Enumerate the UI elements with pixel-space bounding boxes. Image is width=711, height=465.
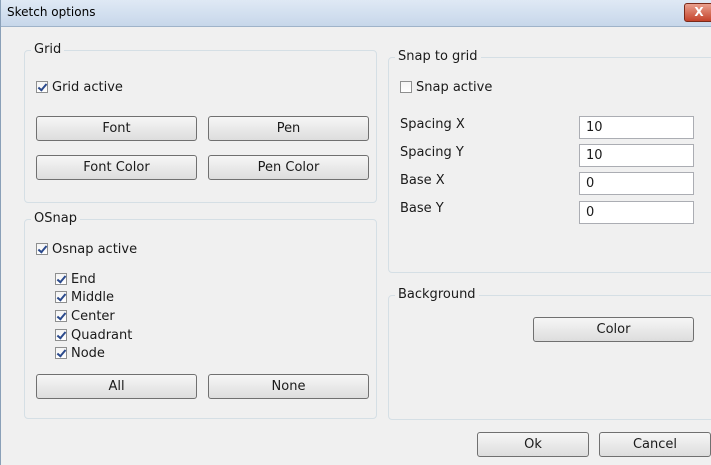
- osnap-none-button[interactable]: None: [208, 374, 369, 399]
- center-label: Center: [71, 308, 115, 324]
- pen-color-button[interactable]: Pen Color: [208, 155, 369, 180]
- center-check-icon: [55, 310, 67, 322]
- base-y-label: Base Y: [400, 201, 444, 216]
- cancel-button[interactable]: Cancel: [599, 432, 711, 457]
- osnap-quadrant-checkbox[interactable]: Quadrant: [55, 327, 132, 343]
- end-label: End: [71, 271, 96, 287]
- quadrant-check-icon: [55, 329, 67, 341]
- font-color-button[interactable]: Font Color: [36, 155, 197, 180]
- quadrant-label: Quadrant: [71, 327, 133, 343]
- osnap-center-checkbox[interactable]: Center: [55, 308, 115, 324]
- title-bar: Sketch options X: [1, 0, 711, 27]
- spacing-x-label: Spacing X: [400, 117, 465, 132]
- grid-active-check-icon: [36, 81, 48, 93]
- grid-active-label: Grid active: [52, 79, 123, 95]
- osnap-end-checkbox[interactable]: End: [55, 271, 96, 287]
- spacing-y-field[interactable]: 10: [579, 144, 694, 167]
- font-button[interactable]: Font: [36, 116, 197, 141]
- background-group-title: Background: [395, 287, 479, 302]
- window-title: Sketch options: [7, 5, 96, 19]
- osnap-middle-checkbox[interactable]: Middle: [55, 289, 114, 305]
- osnap-active-label: Osnap active: [52, 241, 138, 257]
- sketch-options-dialog: Sketch options X Grid Grid active Font P…: [0, 0, 711, 465]
- snap-group-title: Snap to grid: [395, 49, 481, 64]
- snap-active-checkbox[interactable]: Snap active: [400, 79, 492, 95]
- base-y-field[interactable]: 0: [579, 201, 694, 224]
- spacing-x-field[interactable]: 10: [579, 116, 694, 139]
- base-x-field[interactable]: 0: [579, 172, 694, 195]
- background-color-button[interactable]: Color: [533, 317, 694, 342]
- spacing-y-label: Spacing Y: [400, 145, 464, 160]
- node-check-icon: [55, 347, 67, 359]
- grid-active-checkbox[interactable]: Grid active: [36, 79, 123, 95]
- snap-active-label: Snap active: [416, 79, 493, 95]
- middle-check-icon: [55, 291, 67, 303]
- osnap-active-checkbox[interactable]: Osnap active: [36, 241, 137, 257]
- background-group: [388, 295, 711, 420]
- close-icon: X: [694, 5, 704, 19]
- osnap-all-button[interactable]: All: [36, 374, 197, 399]
- grid-group-title: Grid: [31, 42, 65, 57]
- snap-active-check-icon: [400, 81, 412, 93]
- end-check-icon: [55, 273, 67, 285]
- ok-button[interactable]: Ok: [477, 432, 589, 457]
- base-x-label: Base X: [400, 173, 445, 188]
- osnap-active-check-icon: [36, 243, 48, 255]
- close-button[interactable]: X: [684, 3, 711, 22]
- middle-label: Middle: [71, 289, 114, 305]
- pen-button[interactable]: Pen: [208, 116, 369, 141]
- node-label: Node: [71, 345, 105, 361]
- osnap-group-title: OSnap: [31, 211, 80, 226]
- osnap-node-checkbox[interactable]: Node: [55, 345, 105, 361]
